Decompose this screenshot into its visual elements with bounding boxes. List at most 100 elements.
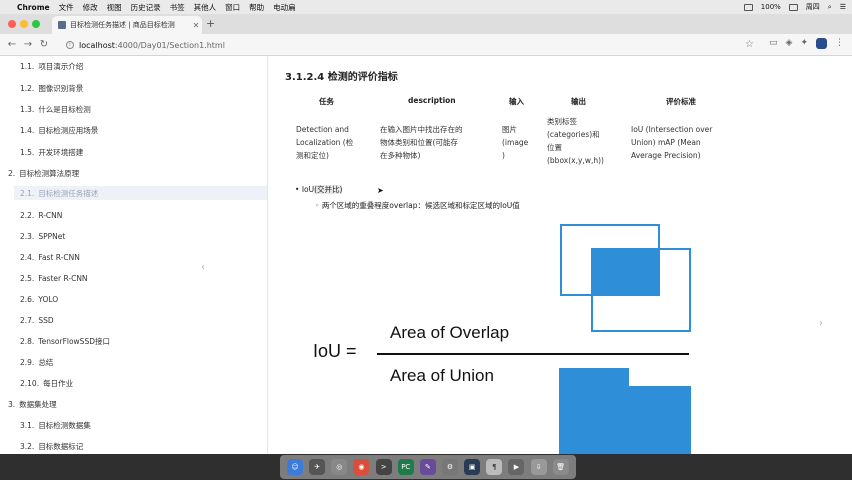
sidebar-item-3-2[interactable]: 3.2. 目标数据标记 xyxy=(20,439,83,453)
new-tab-button[interactable]: + xyxy=(206,17,215,30)
menu-help[interactable]: 帮助 xyxy=(249,2,264,13)
search-icon[interactable]: ⌕ xyxy=(828,3,832,12)
sidebar-item-number: 2.7. xyxy=(20,315,35,325)
sidebar-item-number: 1.5. xyxy=(20,147,35,157)
tab-close-icon[interactable]: ✕ xyxy=(190,21,202,30)
textedit-icon[interactable]: ¶ xyxy=(486,459,503,475)
sidebar-item-label: R-CNN xyxy=(38,210,63,220)
tab-strip: 目标检测任务描述 | 商品目标检测 ✕ + xyxy=(0,14,852,34)
pycharm-icon[interactable]: PC xyxy=(397,459,414,475)
sidebar-item-label: Fast R-CNN xyxy=(38,252,80,262)
section-title: 3.1.2.4 检测的评价指标 xyxy=(285,72,398,83)
sidebar-item-2-10[interactable]: 2.10. 每日作业 xyxy=(20,376,73,390)
extension-shield-icon[interactable]: ◈ xyxy=(786,38,793,49)
sidebar-item-1-1[interactable]: 1.1. 项目演示介绍 xyxy=(20,59,83,73)
finder-icon[interactable]: ☺ xyxy=(287,459,304,475)
menu-history[interactable]: 历史记录 xyxy=(131,2,161,13)
trash-icon[interactable]: 🗑 xyxy=(552,459,569,475)
sidebar-item-1-2[interactable]: 1.2. 图像识别背景 xyxy=(20,81,83,95)
menu-app-name[interactable]: Chrome xyxy=(17,3,50,12)
sidebar-item-1-5[interactable]: 1.5. 开发环境搭建 xyxy=(20,145,83,159)
menubar-clock[interactable]: 周四 xyxy=(806,2,820,12)
quicktime-icon[interactable]: ▶ xyxy=(508,459,525,475)
sidebar-item-label: 什么是目标检测 xyxy=(38,104,91,114)
iou-overlap-region xyxy=(591,248,660,296)
sidebar-item-number: 3.2. xyxy=(20,441,35,451)
sidebar-item-3[interactable]: 3. 数据集处理 xyxy=(8,397,57,411)
profile-avatar[interactable] xyxy=(816,38,827,49)
wifi-icon[interactable] xyxy=(743,3,753,11)
menu-people[interactable]: 其他人 xyxy=(194,2,217,13)
table-header-metric: 评价标准 xyxy=(666,97,696,106)
iou-formula-denominator: Area of Union xyxy=(390,366,494,385)
chrome-icon[interactable]: ◉ xyxy=(353,459,370,475)
menu-extra[interactable]: 电动扁 xyxy=(273,2,296,13)
reload-button[interactable]: ↻ xyxy=(36,39,52,50)
chrome-menu-icon[interactable]: ⋮ xyxy=(835,38,844,49)
editor-icon[interactable]: ✎ xyxy=(419,459,436,475)
sidebar-item-label: YOLO xyxy=(38,294,59,304)
menu-edit[interactable]: 修改 xyxy=(83,2,98,13)
downloads-icon[interactable]: ⇩ xyxy=(530,459,547,475)
sidebar-item-number: 2.10. xyxy=(20,378,40,388)
menu-bookmarks[interactable]: 书签 xyxy=(170,2,185,13)
battery-percent[interactable]: 100% xyxy=(761,3,781,11)
bookmark-star-icon[interactable]: ☆ xyxy=(745,39,754,50)
sidebar-item-2-4[interactable]: 2.4. Fast R-CNN xyxy=(20,250,80,264)
sidebar-item-label: 项目演示介绍 xyxy=(38,61,84,71)
bullet-iou-highlight: (交并比) xyxy=(314,185,343,194)
sidebar-item-2-5[interactable]: 2.5. Faster R-CNN xyxy=(20,271,88,285)
safari-icon[interactable]: ◎ xyxy=(331,459,348,475)
sidebar-item-number: 2.1. xyxy=(20,188,35,198)
sidebar-item-2-1[interactable]: 2.1. 目标检测任务描述 xyxy=(14,186,267,200)
launchpad-icon[interactable]: ✈ xyxy=(309,459,326,475)
table-cell-metric: IoU (Intersection over Union) mAP (Mean … xyxy=(631,123,712,162)
sidebar-item-2[interactable]: 2. 目标检测算法原理 xyxy=(8,166,79,180)
forward-button[interactable]: → xyxy=(20,39,36,50)
bullet-iou-term: IoU xyxy=(301,185,315,194)
table-header-input: 输入 xyxy=(509,97,524,106)
minimize-window-button[interactable] xyxy=(20,20,28,28)
sidebar-item-number: 1.2. xyxy=(20,83,35,93)
cast-icon[interactable]: ▭ xyxy=(769,38,778,49)
sidebar-item-2-9[interactable]: 2.9. 总结 xyxy=(20,355,53,369)
address-bar[interactable]: i localhost:4000/Day01/Section1.html xyxy=(66,37,796,53)
sidebar-item-1-3[interactable]: 1.3. 什么是目标检测 xyxy=(20,102,91,116)
sidebar-item-1-4[interactable]: 1.4. 目标检测应用场景 xyxy=(20,123,98,137)
table-cell-description: 在输入图片中找出存在的 物体类别和位置(可能存 在多种物体) xyxy=(380,123,463,162)
main-content: 3.1.2.4 检测的评价指标 任务 description 输入 输出 评价标… xyxy=(269,56,852,454)
terminal-icon[interactable]: > xyxy=(375,459,392,475)
sidebar-item-label: 目标检测应用场景 xyxy=(38,125,99,135)
sidebar-item-2-7[interactable]: 2.7. SSD xyxy=(20,313,54,327)
cell-line: 物体类别和位置(可能存 xyxy=(380,138,458,147)
tab-title: 目标检测任务描述 | 商品目标检测 xyxy=(70,21,175,29)
sidebar-item-2-8[interactable]: 2.8. TensorFlowSSD接口 xyxy=(20,334,110,348)
preferences-icon[interactable]: ⚙ xyxy=(442,459,459,475)
next-page-arrow-icon[interactable]: › xyxy=(819,318,823,329)
extension-puzzle-icon[interactable]: ✦ xyxy=(800,38,808,49)
cell-line: (image xyxy=(502,138,529,147)
maximize-window-button[interactable] xyxy=(32,20,40,28)
sidebar-item-2-2[interactable]: 2.2. R-CNN xyxy=(20,208,62,222)
table-cell-output: 类别标签 (categories)和 位置 (bbox(x,y,w,h)) xyxy=(547,115,604,167)
cell-line: 位置 xyxy=(547,143,562,152)
site-info-icon[interactable]: i xyxy=(66,41,74,49)
close-window-button[interactable] xyxy=(8,20,16,28)
sidebar-item-2-3[interactable]: 2.3. SPPNet xyxy=(20,229,65,243)
app-window-icon[interactable]: ▣ xyxy=(464,459,481,475)
table-cell-input: 图片 (image ) xyxy=(502,123,528,162)
battery-icon[interactable] xyxy=(788,3,798,11)
menu-view[interactable]: 视图 xyxy=(107,2,122,13)
menu-list-icon[interactable]: ☰ xyxy=(840,3,846,11)
back-button[interactable]: ← xyxy=(4,39,20,50)
tab-active[interactable]: 目标检测任务描述 | 商品目标检测 ✕ xyxy=(52,16,202,34)
sidebar-item-label: 目标检测算法原理 xyxy=(19,168,80,178)
menu-window[interactable]: 窗口 xyxy=(225,2,240,13)
menu-file[interactable]: 文件 xyxy=(59,2,74,13)
sidebar-item-2-6[interactable]: 2.6. YOLO xyxy=(20,292,58,306)
sidebar-item-3-1[interactable]: 3.1. 目标检测数据集 xyxy=(20,418,91,432)
prev-page-arrow-icon[interactable]: ‹ xyxy=(201,262,205,273)
cell-line: 图片 xyxy=(502,125,517,134)
browser-toolbar: ← → ↻ i localhost:4000/Day01/Section1.ht… xyxy=(0,34,852,56)
sidebar-toc: 1.1. 项目演示介绍 1.2. 图像识别背景 1.3. 什么是目标检测 1.4. 目标… xyxy=(0,56,268,454)
